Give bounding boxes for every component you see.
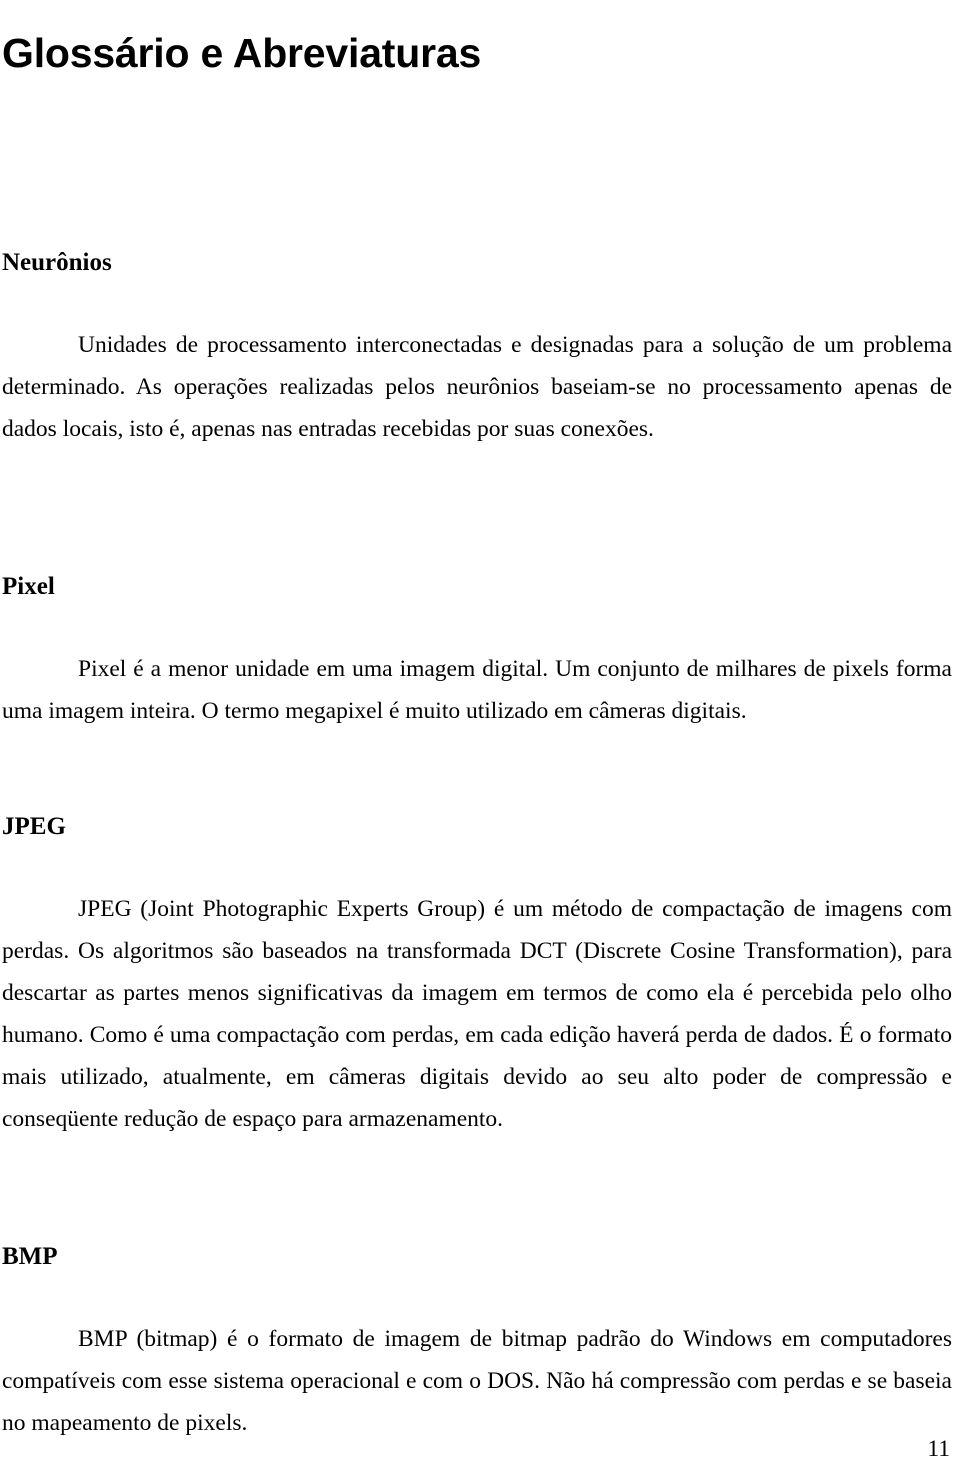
section-pixel: Pixel Pixel é a menor unidade em uma ima… <box>2 572 952 732</box>
section-heading-pixel: Pixel <box>2 573 55 600</box>
page-number: 11 <box>927 1436 950 1462</box>
section-neuronios: Neurônios Unidades de processamento inte… <box>2 248 952 450</box>
page-title: Glossário e Abreviaturas <box>2 30 482 77</box>
section-heading-bmp: BMP <box>2 1243 58 1270</box>
section-jpeg: JPEG JPEG (Joint Photographic Experts Gr… <box>2 812 952 1140</box>
section-body-neuronios: Unidades de processamento interconectada… <box>2 332 952 442</box>
document-page: Glossário e Abreviaturas Neurônios Unida… <box>0 0 960 1477</box>
section-body-jpeg: JPEG (Joint Photographic Experts Group) … <box>2 896 952 1132</box>
section-bmp: BMP BMP (bitmap) é o formato de imagem d… <box>2 1242 952 1444</box>
section-body-bmp: BMP (bitmap) é o formato de imagem de bi… <box>2 1326 952 1436</box>
section-heading-neuronios: Neurônios <box>2 249 112 276</box>
section-heading-jpeg: JPEG <box>2 813 66 840</box>
section-body-pixel: Pixel é a menor unidade em uma imagem di… <box>2 656 952 724</box>
